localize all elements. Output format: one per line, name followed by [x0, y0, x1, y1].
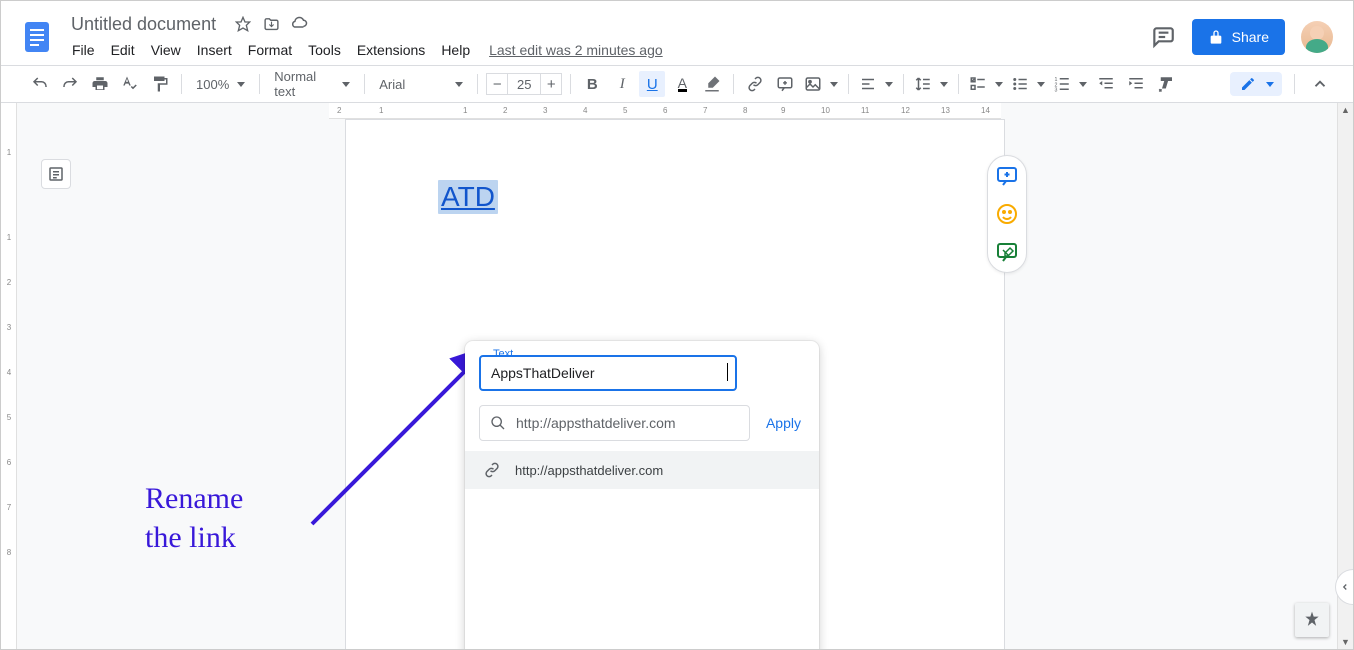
star-icon[interactable]	[234, 15, 252, 33]
horizontal-ruler[interactable]: 2 1 1 2 3 4 5 6 7 8 9 10 11 12 13 14	[329, 103, 1001, 119]
bulleted-list-dropdown[interactable]	[1009, 71, 1047, 97]
font-dropdown[interactable]: Arial	[373, 71, 469, 97]
account-avatar[interactable]	[1301, 21, 1333, 53]
hyperlink-text[interactable]: ATD	[438, 180, 498, 214]
side-action-bar	[987, 155, 1027, 273]
annotation-text: Rename the link	[145, 479, 243, 557]
text-cursor	[727, 363, 728, 381]
menu-view[interactable]: View	[144, 40, 188, 60]
menu-edit[interactable]: Edit	[104, 40, 142, 60]
collapse-toolbar-button[interactable]	[1307, 71, 1333, 97]
link-url-value: http://appsthatdeliver.com	[516, 415, 676, 431]
bold-button[interactable]: B	[579, 71, 605, 97]
font-size-decrease[interactable]: −	[486, 73, 508, 95]
doc-title[interactable]: Untitled document	[65, 14, 222, 35]
add-comment-button[interactable]	[772, 71, 798, 97]
underline-button[interactable]: U	[639, 71, 665, 97]
zoom-dropdown[interactable]: 100%	[190, 71, 251, 97]
link-icon	[483, 461, 501, 479]
menu-extensions[interactable]: Extensions	[350, 40, 432, 60]
suggest-edits-button[interactable]	[995, 240, 1019, 264]
menu-insert[interactable]: Insert	[190, 40, 239, 60]
style-value: Normal text	[274, 69, 334, 99]
vertical-ruler: 1 1 2 3 4 5 6 7 8	[1, 103, 17, 649]
paint-format-button[interactable]	[147, 71, 173, 97]
checklist-dropdown[interactable]	[967, 71, 1005, 97]
highlight-button[interactable]	[699, 71, 725, 97]
apply-button[interactable]: Apply	[762, 409, 805, 437]
font-value: Arial	[379, 77, 405, 92]
outline-button[interactable]	[41, 159, 71, 189]
print-button[interactable]	[87, 71, 113, 97]
docs-logo[interactable]	[17, 17, 57, 57]
share-button[interactable]: Share	[1192, 19, 1285, 55]
menu-file[interactable]: File	[65, 40, 102, 60]
emoji-reaction-button[interactable]	[995, 202, 1019, 226]
add-comment-side-button[interactable]	[995, 164, 1019, 188]
link-editor-popup: Text http://appsthatdeliver.com Apply	[465, 341, 819, 649]
svg-text:3: 3	[1055, 88, 1058, 94]
link-url-input[interactable]: http://appsthatdeliver.com	[479, 405, 750, 441]
align-dropdown[interactable]	[857, 71, 895, 97]
share-label: Share	[1232, 29, 1269, 45]
italic-button[interactable]: I	[609, 71, 635, 97]
explore-button[interactable]	[1295, 603, 1329, 637]
menu-tools[interactable]: Tools	[301, 40, 348, 60]
last-edit-link[interactable]: Last edit was 2 minutes ago	[489, 42, 663, 58]
redo-button[interactable]	[57, 71, 83, 97]
suggestion-text: http://appsthatdeliver.com	[515, 463, 663, 478]
cloud-status-icon[interactable]	[290, 15, 308, 33]
decrease-indent-button[interactable]	[1093, 71, 1119, 97]
comments-icon[interactable]	[1150, 24, 1176, 50]
menubar: File Edit View Insert Format Tools Exten…	[65, 38, 1150, 62]
insert-link-button[interactable]	[742, 71, 768, 97]
link-suggestion[interactable]: http://appsthatdeliver.com	[465, 451, 819, 489]
menu-format[interactable]: Format	[241, 40, 299, 60]
search-icon	[490, 415, 506, 431]
line-spacing-dropdown[interactable]	[912, 71, 950, 97]
style-dropdown[interactable]: Normal text	[268, 71, 356, 97]
spellcheck-button[interactable]	[117, 71, 143, 97]
clear-formatting-button[interactable]	[1153, 71, 1179, 97]
move-icon[interactable]	[262, 15, 280, 33]
editing-mode-dropdown[interactable]	[1230, 72, 1282, 96]
increase-indent-button[interactable]	[1123, 71, 1149, 97]
menu-help[interactable]: Help	[434, 40, 477, 60]
font-size-increase[interactable]: +	[540, 73, 562, 95]
link-text-input[interactable]	[479, 355, 737, 391]
undo-button[interactable]	[27, 71, 53, 97]
insert-image-dropdown[interactable]	[802, 71, 840, 97]
numbered-list-dropdown[interactable]: 123	[1051, 71, 1089, 97]
text-color-button[interactable]: A	[669, 71, 695, 97]
zoom-value: 100%	[196, 77, 229, 92]
font-size-input[interactable]: 25	[508, 73, 540, 95]
toolbar: 100% Normal text Arial − 25 + B I U A 12…	[1, 65, 1353, 103]
vertical-scrollbar[interactable]	[1337, 103, 1353, 649]
